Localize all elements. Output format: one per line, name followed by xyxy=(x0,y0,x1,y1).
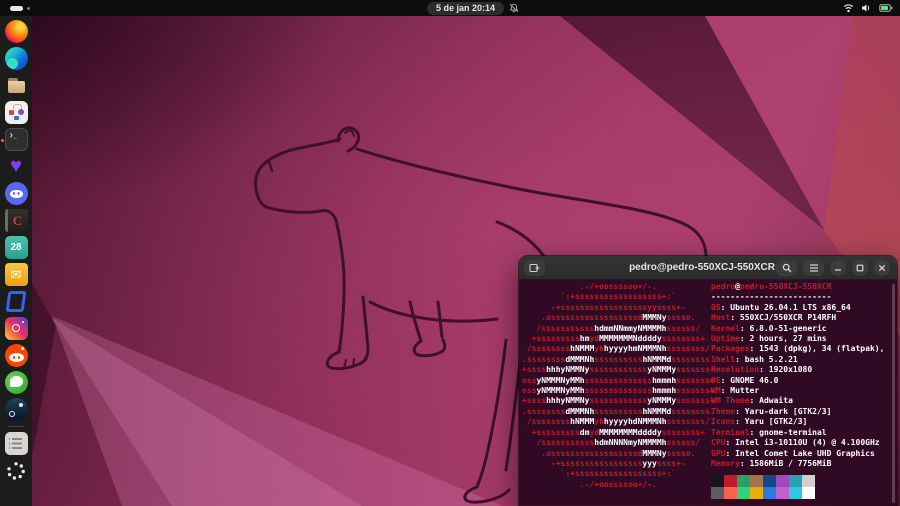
dock-item-zapzap[interactable] xyxy=(0,369,32,396)
terminal-color-palette xyxy=(711,475,884,499)
hamburger-menu-icon xyxy=(809,264,819,272)
firefox-icon xyxy=(5,20,28,43)
dock-item-notes[interactable] xyxy=(0,430,32,457)
dock-item-files[interactable] xyxy=(0,72,32,99)
dock-item-mail[interactable]: ✉ xyxy=(0,261,32,288)
search-icon xyxy=(782,263,792,273)
app-center-icon xyxy=(5,101,28,124)
running-indicator-dot xyxy=(1,139,4,142)
dock-item-reddit[interactable] xyxy=(0,342,32,369)
wifi-icon xyxy=(843,3,854,13)
battery-icon xyxy=(879,3,893,13)
new-tab-button[interactable] xyxy=(524,260,545,276)
dock-item-show-apps[interactable] xyxy=(0,457,32,484)
discord-icon xyxy=(5,182,28,205)
dock-item-deezer[interactable]: ♥ xyxy=(0,153,32,180)
clock-pill[interactable]: 5 de jan 20:14 xyxy=(427,2,504,15)
deezer-heart-icon: ♥ xyxy=(5,155,28,178)
dock-item-terminal[interactable] xyxy=(0,126,32,153)
office-o-icon xyxy=(5,290,28,313)
menu-button[interactable] xyxy=(803,260,824,276)
book-letter: C xyxy=(13,209,22,232)
dock-item-steam[interactable] xyxy=(0,396,32,423)
dock-item-instagram[interactable] xyxy=(0,315,32,342)
dock-item-discord[interactable] xyxy=(0,180,32,207)
steam-icon xyxy=(5,398,28,421)
dock-separator xyxy=(7,426,25,427)
dock-item-edge[interactable] xyxy=(0,45,32,72)
terminal-titlebar[interactable]: pedro@pedro-550XCJ-550XCR: ~ xyxy=(519,256,897,280)
dock: ♥ C 28 ✉ xyxy=(0,16,32,506)
inactive-workspace-dot xyxy=(27,7,30,10)
search-button[interactable] xyxy=(776,260,797,276)
terminal-app-icon xyxy=(5,128,28,151)
edge-icon xyxy=(5,47,28,70)
minimize-button[interactable] xyxy=(830,260,846,276)
dock-item-calendar[interactable]: 28 xyxy=(0,234,32,261)
maximize-icon xyxy=(856,264,864,272)
dock-item-book-c[interactable]: C xyxy=(0,207,32,234)
desktop-screen: 5 de jan 20:14 xyxy=(0,0,900,506)
reddit-icon xyxy=(5,344,28,367)
notifications-disabled-icon xyxy=(509,3,519,13)
terminal-window: pedro@pedro-550XCJ-550XCR: ~ xyxy=(518,255,898,506)
top-bar: 5 de jan 20:14 xyxy=(0,0,900,16)
new-tab-icon xyxy=(529,263,540,273)
show-apps-icon xyxy=(6,461,26,481)
zapzap-chat-icon xyxy=(5,371,28,394)
close-icon xyxy=(878,264,886,272)
active-workspace-pill xyxy=(10,6,23,11)
mail-envelope-icon: ✉ xyxy=(5,263,28,286)
dock-item-office-o[interactable] xyxy=(0,288,32,315)
terminal-scrollbar[interactable] xyxy=(892,284,895,503)
dock-item-firefox[interactable] xyxy=(0,18,32,45)
book-c-icon: C xyxy=(5,209,28,232)
minimize-icon xyxy=(834,264,842,272)
volume-icon xyxy=(861,3,872,13)
workspace-indicator[interactable] xyxy=(10,6,30,11)
neofetch-info: pedro@pedro-550XCJ-550XCR---------------… xyxy=(711,282,884,499)
notes-list-icon xyxy=(5,432,28,455)
dock-item-app-center[interactable] xyxy=(0,99,32,126)
calendar-icon: 28 xyxy=(5,236,28,259)
files-folder-icon xyxy=(5,74,28,97)
terminal-content[interactable]: .-/+oossssoo+/-. `:+ssssssssssssssssss+:… xyxy=(519,280,897,506)
calendar-day: 28 xyxy=(10,242,21,253)
system-status-area[interactable] xyxy=(843,0,893,16)
close-button[interactable] xyxy=(874,260,890,276)
neofetch-ascii-logo: .-/+oossssoo+/-. `:+ssssssssssssssssss+:… xyxy=(522,282,715,490)
instagram-icon xyxy=(5,317,28,340)
maximize-button[interactable] xyxy=(852,260,868,276)
